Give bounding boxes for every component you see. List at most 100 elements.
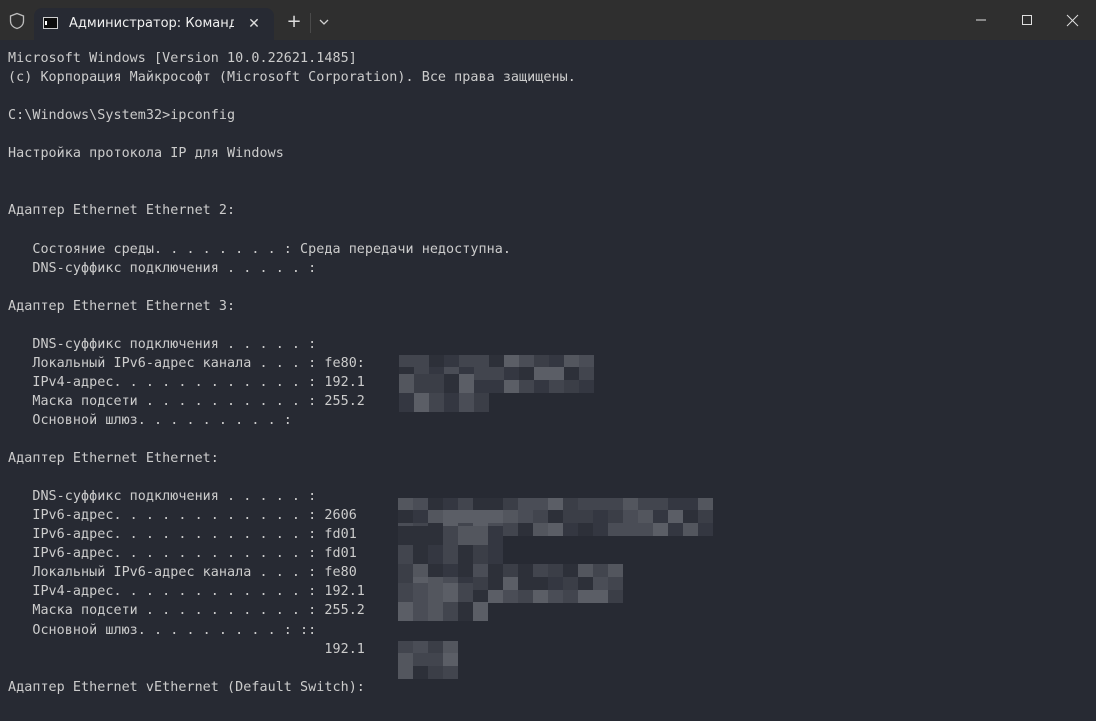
- redaction-block: [548, 523, 563, 536]
- terminal-line: IPv6-адрес. . . . . . . . . . . . : 2606: [8, 508, 357, 524]
- redaction-block: [564, 380, 579, 394]
- redaction-block: [473, 510, 488, 524]
- redaction-block: [399, 392, 414, 412]
- redaction-block: [503, 589, 518, 603]
- redaction-block: [534, 380, 549, 394]
- redaction-block: [413, 510, 428, 524]
- redaction-block: [518, 497, 533, 511]
- tab-divider: [310, 13, 311, 33]
- redaction-block: [608, 577, 623, 590]
- redaction-block: [473, 564, 488, 578]
- terminal-line: DNS-суффикс подключения . . . . . :: [8, 260, 317, 276]
- tab-close-icon[interactable]: ✕: [244, 14, 264, 34]
- redaction-block: [623, 510, 638, 524]
- redaction-block: [414, 354, 429, 368]
- terminal-line: 192.1: [8, 641, 365, 657]
- maximize-button[interactable]: [1004, 0, 1050, 40]
- redaction-block: [519, 354, 534, 368]
- redaction-block: [578, 564, 593, 578]
- redaction-block: [489, 354, 504, 368]
- redaction-block: [683, 510, 698, 524]
- redaction-block: [548, 577, 563, 590]
- redaction-block: [473, 589, 488, 603]
- redaction-block: [413, 665, 428, 679]
- redaction-block: [413, 583, 428, 603]
- redaction-block: [593, 589, 608, 603]
- redaction-block: [608, 564, 623, 578]
- redaction-block: [503, 523, 518, 536]
- shield-icon: [9, 12, 25, 30]
- redaction-block: [474, 380, 489, 394]
- terminal-line: Локальный IPv6-адрес канала . . . : fe80…: [8, 355, 365, 371]
- redaction-block: [474, 392, 489, 412]
- redaction-block: [443, 640, 458, 654]
- redaction-block: [428, 510, 443, 524]
- redaction-block: [504, 354, 519, 368]
- redaction-block: [653, 523, 668, 536]
- redaction-block: [488, 545, 503, 565]
- redaction-block: [533, 577, 548, 590]
- redaction-block: [698, 523, 713, 536]
- redaction-block: [653, 497, 668, 511]
- redaction-block: [578, 497, 593, 511]
- redaction-block: [668, 510, 683, 524]
- redaction-block: [458, 583, 473, 603]
- redaction-block: [548, 589, 563, 603]
- redaction-block: [504, 380, 519, 394]
- redaction-block: [578, 523, 593, 536]
- redaction-block: [443, 653, 458, 667]
- redaction-block: [518, 577, 533, 590]
- redaction-block: [474, 367, 489, 381]
- redaction-block: [578, 577, 593, 590]
- redaction-block: [473, 545, 488, 565]
- redaction-block: [488, 497, 503, 511]
- redaction-block: [698, 497, 713, 511]
- redaction-block: [428, 497, 443, 511]
- redaction-block: [428, 583, 443, 603]
- redaction-block: [579, 367, 594, 381]
- redaction-block: [533, 497, 548, 511]
- redaction-block: [489, 380, 504, 394]
- redaction-block: [683, 497, 698, 511]
- redaction-block: [428, 602, 443, 622]
- redaction-block: [668, 497, 683, 511]
- redaction-block: [488, 577, 503, 590]
- redaction-block: [458, 510, 473, 524]
- terminal-line: IPv4-адрес. . . . . . . . . . . . : 192.…: [8, 374, 365, 390]
- redaction-block: [413, 545, 428, 565]
- redaction-block: [458, 497, 473, 511]
- terminal-line: Основной шлюз. . . . . . . . . :: [8, 412, 292, 428]
- redaction-block: [429, 354, 444, 368]
- terminal-line: Маска подсети . . . . . . . . . . : 255.…: [8, 393, 365, 409]
- terminal-line: Маска подсети . . . . . . . . . . : 255.…: [8, 603, 365, 619]
- redaction-block: [593, 510, 608, 524]
- terminal-line: IPv4-адрес. . . . . . . . . . . . : 192.…: [8, 584, 365, 600]
- redaction-block: [593, 523, 608, 536]
- terminal-line: Адаптер Ethernet Ethernet:: [8, 451, 219, 467]
- redaction-block: [444, 373, 459, 393]
- terminal-line: C:\Windows\System32>ipconfig: [8, 108, 236, 124]
- redaction-block: [563, 564, 578, 578]
- close-button[interactable]: [1050, 0, 1096, 40]
- tab-command-prompt[interactable]: Администратор: Командна ✕: [34, 8, 274, 40]
- redaction-block: [413, 497, 428, 511]
- redaction-block: [503, 577, 518, 590]
- chevron-down-icon[interactable]: [315, 12, 333, 32]
- redaction-block: [489, 367, 504, 381]
- redaction-block: [443, 497, 458, 511]
- redaction-block: [593, 497, 608, 511]
- redaction-block: [698, 510, 713, 524]
- redaction-block: [414, 373, 429, 393]
- tab-title: Администратор: Командна: [69, 16, 234, 31]
- redaction-block: [473, 577, 488, 590]
- redaction-block: [398, 665, 413, 679]
- redaction-block: [398, 602, 413, 622]
- redaction-block: [519, 380, 534, 394]
- terminal-line: Адаптер Ethernet vEthernet (Default Swit…: [8, 679, 365, 695]
- redaction-block: [503, 497, 518, 511]
- minimize-button[interactable]: [958, 0, 1004, 40]
- terminal-line: DNS-суффикс подключения . . . . . :: [8, 336, 317, 352]
- new-tab-button[interactable]: +: [284, 12, 304, 32]
- redaction-block: [428, 640, 443, 654]
- redaction-block: [398, 510, 413, 524]
